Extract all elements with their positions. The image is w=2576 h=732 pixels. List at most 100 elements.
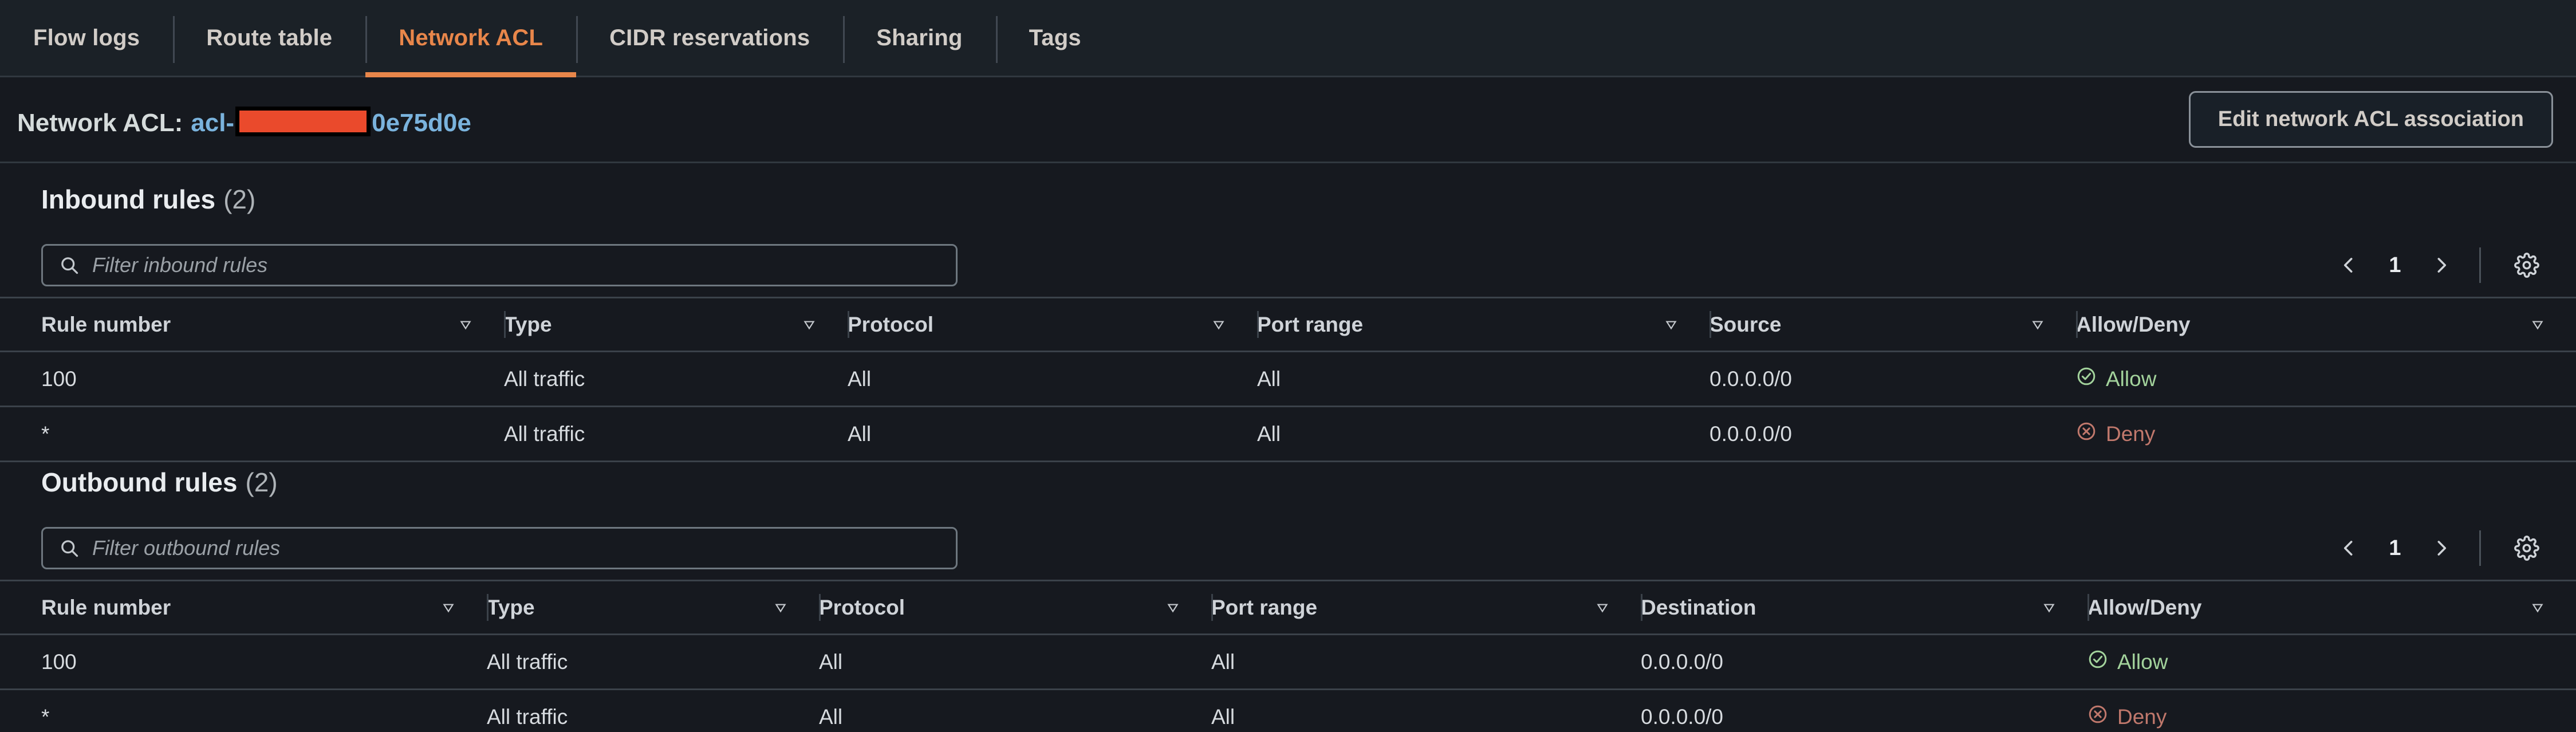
sort-descending-icon	[2042, 600, 2057, 615]
cell-rule-number: 100	[41, 650, 77, 674]
column-header-source[interactable]: Source	[1710, 298, 2076, 352]
cell-type: All traffic	[504, 367, 585, 391]
column-label: Type	[504, 312, 552, 336]
acl-id-prefix: acl-	[191, 109, 235, 137]
sort-descending-icon	[1664, 317, 1679, 332]
outbound-filter-input[interactable]	[92, 536, 956, 560]
tab-label: Route table	[206, 25, 333, 50]
inbound-prev-page-button[interactable]	[2322, 241, 2375, 289]
tab-tags[interactable]: Tags	[995, 0, 1114, 76]
table-header-row: Rule number Type Protocol Port range Sou…	[0, 297, 2576, 352]
cell-destination: 0.0.0.0/0	[1641, 705, 1724, 729]
inbound-heading-text: Inbound rules	[41, 184, 216, 214]
tab-cidr-reservations[interactable]: CIDR reservations	[576, 0, 843, 76]
inbound-rules-table: Rule number Type Protocol Port range Sou…	[0, 297, 2576, 462]
search-icon	[59, 255, 80, 276]
cell-rule-number: *	[41, 705, 50, 729]
cell-port-range: All	[1211, 650, 1235, 674]
column-label: Source	[1710, 312, 1782, 336]
sort-descending-icon	[2530, 600, 2545, 615]
column-header-type[interactable]: Type	[487, 581, 819, 635]
page-title-label: Network ACL:	[17, 109, 183, 137]
column-label: Destination	[1641, 595, 1756, 619]
search-icon	[59, 538, 80, 558]
sort-descending-icon	[1165, 600, 1180, 615]
column-header-port-range[interactable]: Port range	[1257, 298, 1710, 352]
outbound-rules-table: Rule number Type Protocol Port range Des…	[0, 580, 2576, 732]
detail-tab-bar[interactable]: Flow logs Route table Network ACL CIDR r…	[0, 0, 2576, 77]
sort-descending-icon	[1211, 317, 1226, 332]
outbound-preferences-gear-icon[interactable]	[2500, 524, 2553, 572]
inbound-filter-box[interactable]	[41, 244, 958, 286]
column-header-allow-deny[interactable]: Allow/Deny	[2087, 581, 2576, 635]
x-circle-icon	[2076, 421, 2097, 447]
inbound-pagination: 1	[2322, 241, 2553, 289]
outbound-next-page-button[interactable]	[2415, 524, 2468, 572]
tab-label: Sharing	[876, 25, 963, 50]
outbound-toolbar: 1	[0, 517, 2576, 580]
column-label: Rule number	[41, 595, 171, 619]
column-header-type[interactable]: Type	[504, 298, 848, 352]
sort-descending-icon	[1595, 600, 1610, 615]
inbound-page-number[interactable]: 1	[2375, 253, 2415, 278]
cell-protocol: All	[819, 650, 843, 674]
sort-descending-icon	[2530, 317, 2545, 332]
column-label: Rule number	[41, 312, 171, 336]
inbound-toolbar: 1	[0, 234, 2576, 297]
column-label: Protocol	[819, 595, 905, 619]
inbound-rules-section: Inbound rules (2) 1	[0, 165, 2576, 462]
cell-destination: 0.0.0.0/0	[1641, 650, 1724, 674]
status-badge: Deny	[2076, 421, 2155, 447]
status-badge: Allow	[2076, 366, 2156, 392]
sort-descending-icon	[441, 600, 456, 615]
cell-allow-deny: Deny	[2087, 690, 2576, 732]
cell-type: All traffic	[487, 705, 568, 729]
column-header-destination[interactable]: Destination	[1641, 581, 2087, 635]
outbound-rules-heading: Outbound rules (2)	[0, 448, 2576, 517]
tab-label: Tags	[1029, 25, 1081, 50]
tab-route-table[interactable]: Route table	[173, 0, 365, 76]
outbound-rules-count: (2)	[245, 467, 278, 497]
tab-network-acl[interactable]: Network ACL	[365, 0, 576, 77]
column-header-port-range[interactable]: Port range	[1211, 581, 1641, 635]
network-acl-id-link[interactable]: acl- 0e75d0e	[191, 101, 471, 137]
column-label: Protocol	[848, 312, 934, 336]
column-header-protocol[interactable]: Protocol	[819, 581, 1211, 635]
cell-allow-deny: Allow	[2087, 635, 2576, 690]
edit-network-acl-association-button[interactable]: Edit network ACL association	[2188, 91, 2553, 148]
table-row[interactable]: 100 All traffic All All 0.0.0.0/0 Allow	[0, 352, 2576, 407]
inbound-filter-input[interactable]	[92, 253, 956, 277]
tab-flow-logs[interactable]: Flow logs	[0, 0, 173, 76]
column-label: Port range	[1257, 312, 1364, 336]
column-header-protocol[interactable]: Protocol	[848, 298, 1257, 352]
column-label: Type	[487, 595, 535, 619]
column-header-rule-number[interactable]: Rule number	[0, 581, 487, 635]
status-label: Allow	[2117, 650, 2168, 674]
status-badge: Allow	[2087, 649, 2168, 675]
inbound-next-page-button[interactable]	[2415, 241, 2468, 289]
tab-label: CIDR reservations	[609, 25, 810, 50]
sort-descending-icon	[773, 600, 788, 615]
inbound-preferences-gear-icon[interactable]	[2500, 241, 2553, 289]
column-header-rule-number[interactable]: Rule number	[0, 298, 504, 352]
table-row[interactable]: 100 All traffic All All 0.0.0.0/0 Allow	[0, 635, 2576, 690]
outbound-page-number[interactable]: 1	[2375, 536, 2415, 561]
outbound-heading-text: Outbound rules	[41, 467, 238, 497]
column-header-allow-deny[interactable]: Allow/Deny	[2076, 298, 2576, 352]
status-badge: Deny	[2087, 704, 2167, 730]
tab-label: Network ACL	[399, 25, 543, 50]
status-label: Deny	[2117, 705, 2167, 729]
status-label: Deny	[2106, 422, 2156, 446]
outbound-filter-box[interactable]	[41, 527, 958, 569]
outbound-rules-section: Outbound rules (2) 1	[0, 448, 2576, 732]
tab-sharing[interactable]: Sharing	[843, 0, 995, 76]
cell-protocol: All	[848, 367, 872, 391]
check-circle-icon	[2087, 649, 2108, 675]
cell-port-range: All	[1257, 367, 1281, 391]
cell-type: All traffic	[487, 650, 568, 674]
cell-protocol: All	[819, 705, 843, 729]
table-row[interactable]: * All traffic All All 0.0.0.0/0 Deny	[0, 690, 2576, 732]
cell-rule-number: 100	[41, 367, 77, 391]
inbound-rules-heading: Inbound rules (2)	[0, 165, 2576, 234]
outbound-prev-page-button[interactable]	[2322, 524, 2375, 572]
